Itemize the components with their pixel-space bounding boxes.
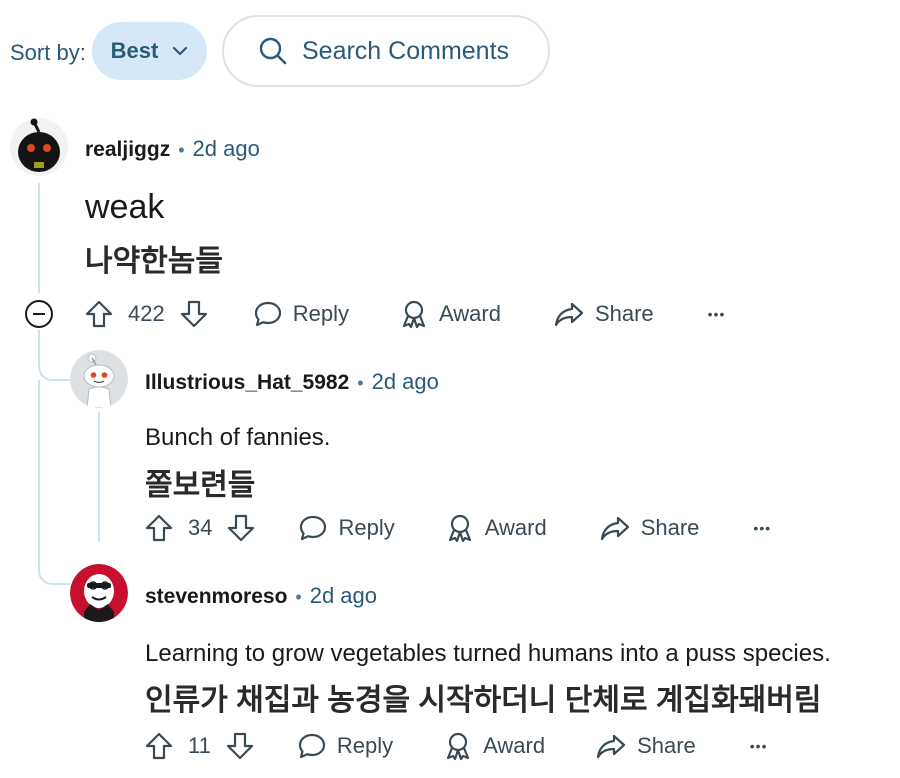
upvote-icon[interactable] [144,731,174,761]
more-icon: ••• [707,306,726,322]
vote-count: 34 [188,515,213,540]
search-comments-input[interactable]: Search Comments [222,15,550,87]
vote-count: 422 [128,301,165,326]
username[interactable]: realjiggz [85,138,170,162]
more-icon: ••• [749,738,768,754]
comment-actions: 11 Reply Award Share ••• [144,726,768,766]
comment-timestamp[interactable]: 2d ago [372,369,439,395]
comment-translation: 쫄보련들 [145,469,256,502]
speech-bubble-icon [254,301,281,327]
upvote-icon[interactable] [144,513,174,543]
comment-timestamp[interactable]: 2d ago [193,136,260,162]
comment-body: weak [85,188,165,226]
thread-connector [38,555,70,585]
award-icon [448,514,471,543]
username[interactable]: Illustrious_Hat_5982 [145,371,349,395]
comment-timestamp[interactable]: 2d ago [310,583,377,609]
comment-body: Bunch of fannies. [145,424,331,451]
speech-bubble-icon [300,515,327,541]
downvote-icon[interactable] [226,513,256,543]
collapse-thread-button[interactable] [25,300,53,328]
comment-translation: 인류가 채집과 농경을 시작하더니 단체로 계집화돼버림 [145,684,822,717]
award-label: Award [483,733,546,758]
share-button[interactable]: Share [599,513,700,543]
share-icon [554,302,584,327]
share-label: Share [640,515,700,540]
meta-separator: • [178,140,185,160]
thread-line [38,183,40,293]
sort-value: Best [110,38,159,63]
thread-line [98,412,100,542]
vote-count: 11 [188,733,211,758]
award-button[interactable]: Award [399,299,501,329]
meta-separator: • [357,373,364,393]
reply-button[interactable]: Reply [253,299,349,329]
award-button[interactable]: Award [445,513,547,543]
avatar[interactable] [70,350,128,408]
comment-translation: 나약한놈들 [85,245,223,278]
reply-button[interactable]: Reply [297,731,393,761]
avatar[interactable] [10,118,68,176]
comment-body: Learning to grow vegetables turned human… [145,640,831,667]
speech-bubble-icon [298,733,325,759]
comment-header: realjiggz • 2d ago [85,136,260,162]
award-label: Award [438,301,501,326]
search-icon [259,37,287,65]
share-icon [600,516,629,541]
vote-group: 422 [84,299,209,329]
downvote-icon[interactable] [225,731,255,761]
username[interactable]: stevenmoreso [145,585,287,609]
more-options-button[interactable]: ••• [708,306,726,322]
comment-header: Illustrious_Hat_5982 • 2d ago [145,369,439,395]
reply-label: Reply [338,515,395,540]
vote-group: 34 [144,513,256,543]
chevron-down-icon [173,46,188,56]
search-placeholder: Search Comments [302,36,510,65]
upvote-icon[interactable] [84,299,114,329]
more-icon: ••• [753,520,772,536]
share-label: Share [637,733,696,758]
award-icon [402,300,426,329]
award-button[interactable]: Award [443,731,545,761]
thread-connector [38,345,70,381]
share-button[interactable]: Share [595,731,696,761]
vote-group: 11 [144,731,255,761]
reply-button[interactable]: Reply [298,513,395,543]
reply-label: Reply [292,301,349,326]
comment-actions: 422 Reply Award Share ••• [84,294,725,334]
thread-line [38,380,40,560]
avatar[interactable] [70,564,128,622]
sort-label: Sort by: [10,40,86,65]
share-label: Share [594,301,654,326]
comment-header: stevenmoreso • 2d ago [145,583,377,609]
meta-separator: • [295,587,302,607]
award-icon [446,732,470,761]
sort-dropdown[interactable]: Best [92,22,207,80]
more-options-button[interactable]: ••• [750,738,768,754]
downvote-icon[interactable] [179,299,209,329]
reply-label: Reply [336,733,394,758]
share-button[interactable]: Share [553,299,654,329]
more-options-button[interactable]: ••• [753,520,771,536]
comment-actions: 34 Reply Award Share ••• [144,508,771,548]
share-icon [596,734,626,759]
award-label: Award [484,515,547,540]
